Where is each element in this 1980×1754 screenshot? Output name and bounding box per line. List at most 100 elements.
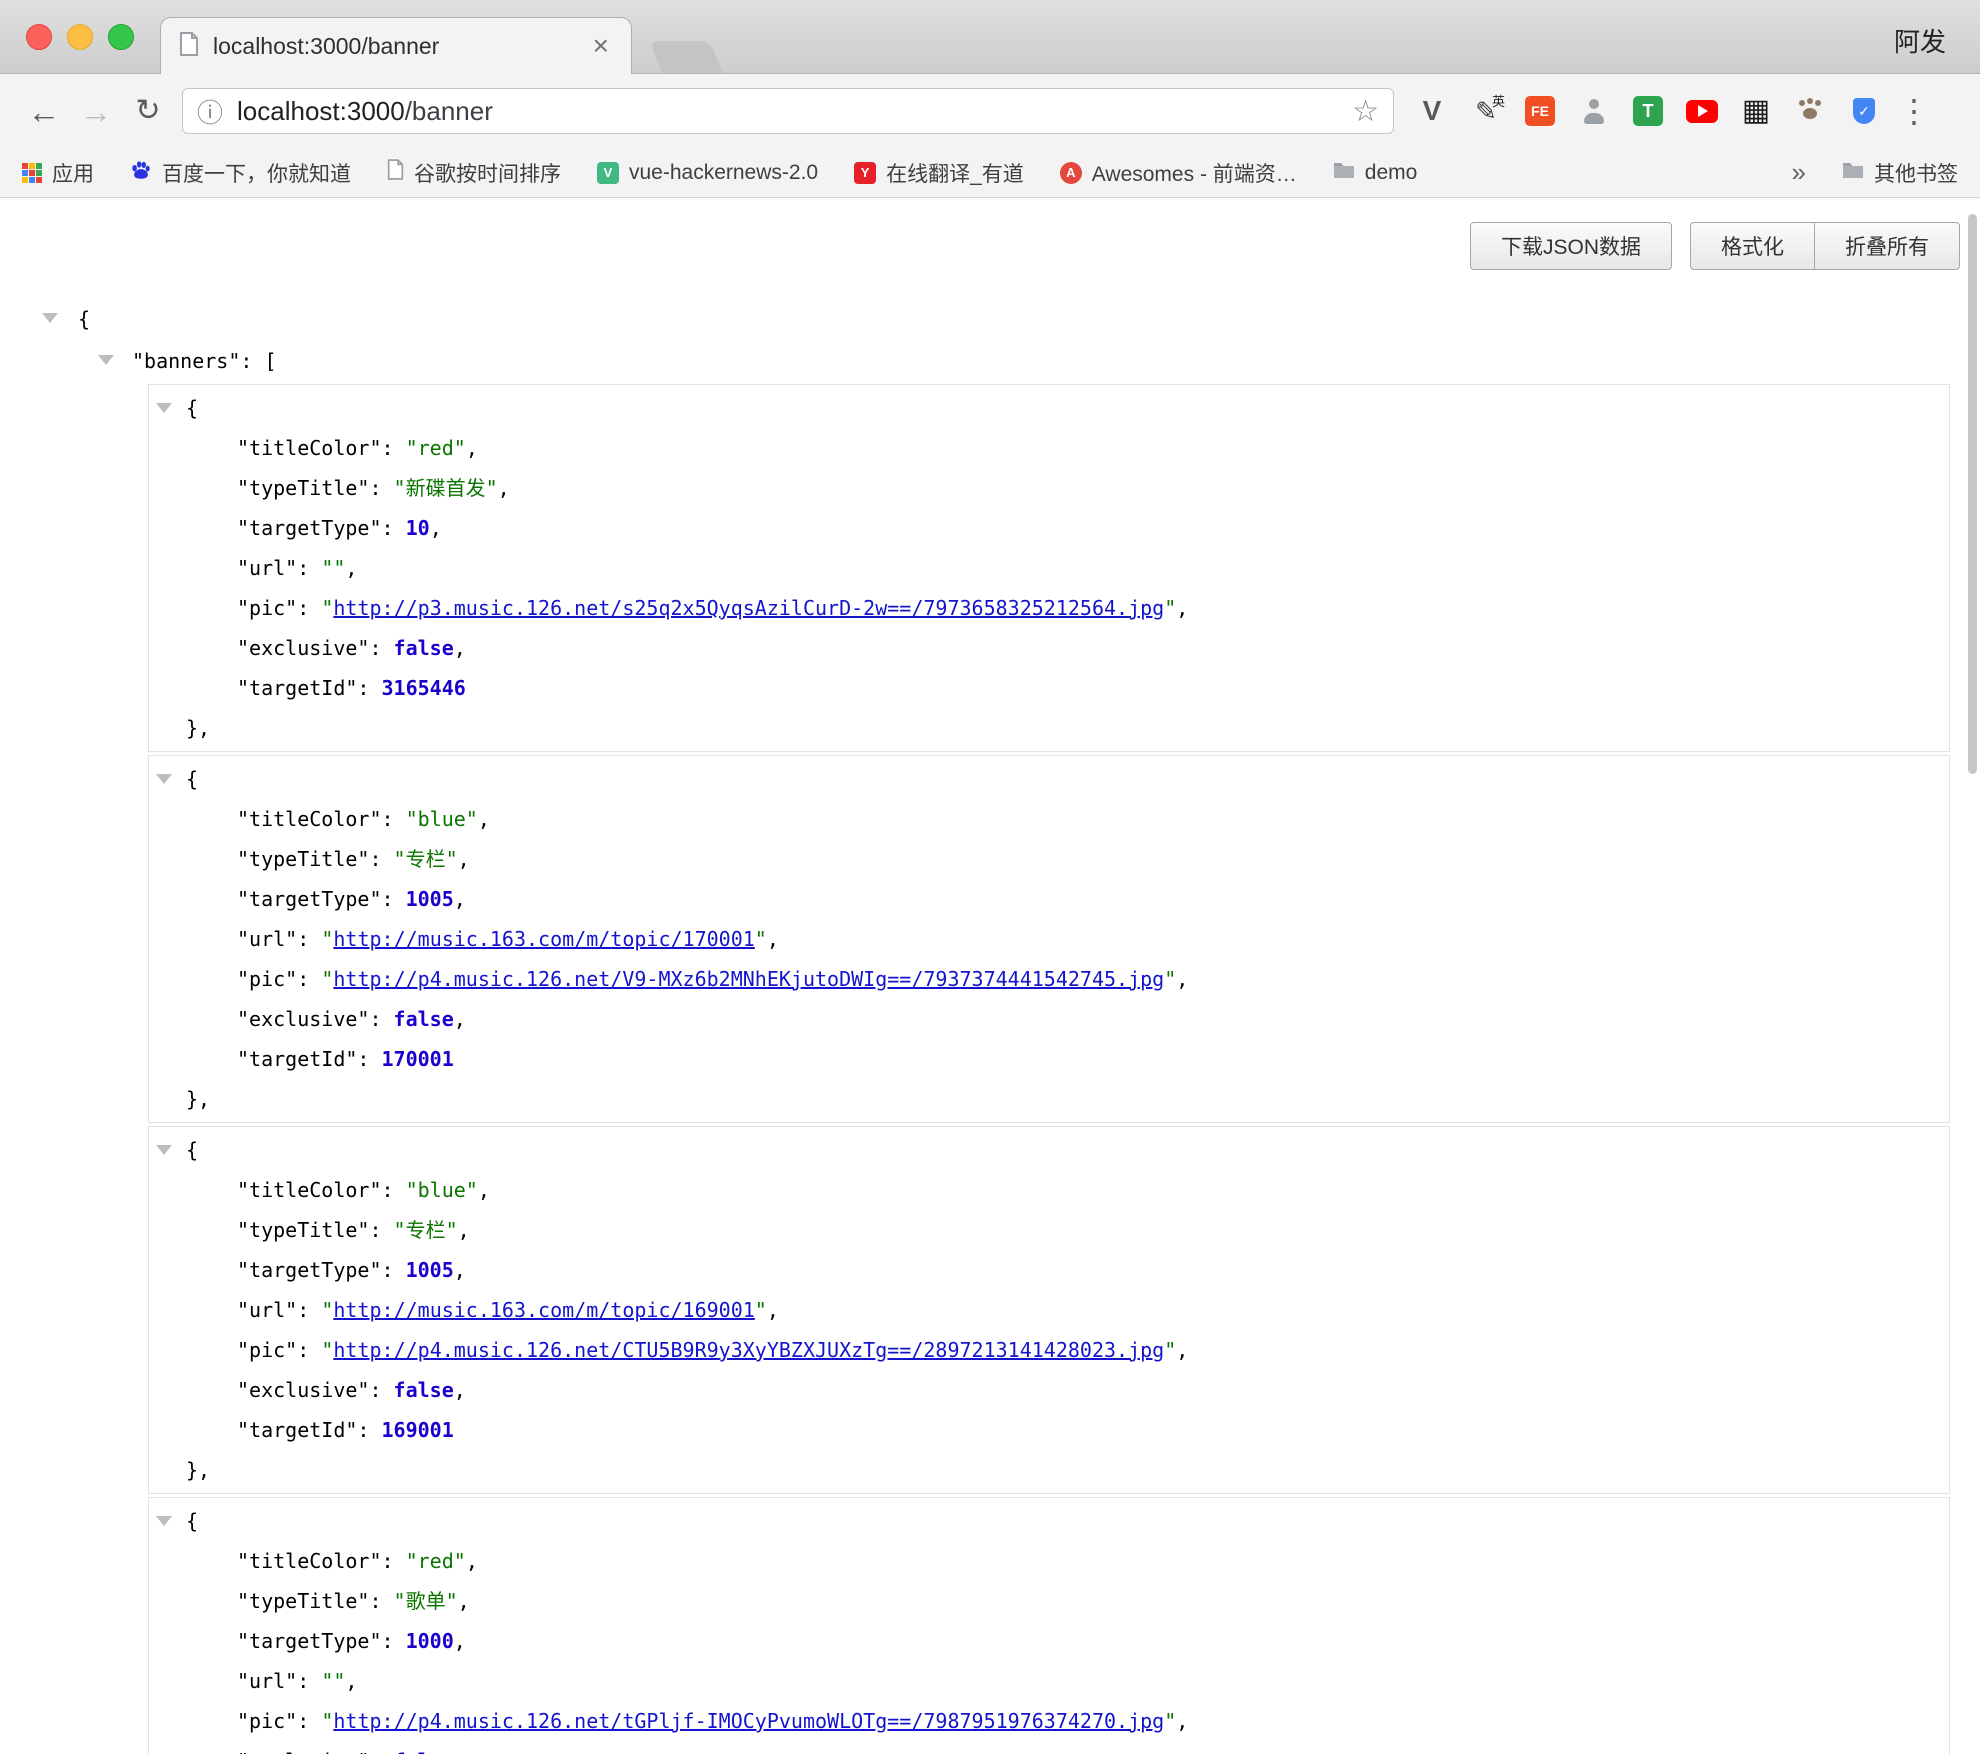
- paw-icon: [1797, 99, 1823, 123]
- vue-devtools-extension-icon[interactable]: V: [1414, 93, 1450, 129]
- json-string-value: "blue": [406, 1178, 478, 1202]
- json-link[interactable]: http://p4.music.126.net/V9-MXz6b2MNhEKju…: [333, 967, 1164, 991]
- page-favicon-icon: [179, 32, 199, 61]
- green-t-extension-icon[interactable]: T: [1630, 93, 1666, 129]
- json-link[interactable]: http://music.163.com/m/topic/169001: [333, 1298, 754, 1322]
- bookmarks-overflow-chevron[interactable]: »: [1792, 157, 1806, 188]
- json-punct: ": [1164, 596, 1176, 620]
- json-punct: ": [1164, 1338, 1176, 1362]
- paw-extension-icon[interactable]: [1792, 93, 1828, 129]
- json-string-value: "专栏": [394, 1218, 458, 1242]
- json-key: "url": [237, 1298, 297, 1322]
- json-punct: ,: [430, 516, 442, 540]
- json-punct: ,: [454, 1007, 466, 1031]
- json-key: "targetType": [237, 516, 382, 540]
- collapse-triangle-icon[interactable]: [156, 403, 172, 413]
- zoom-window-button[interactable]: [108, 24, 134, 50]
- format-button[interactable]: 格式化: [1690, 222, 1815, 270]
- json-link[interactable]: http://p4.music.126.net/CTU5B9R9y3XyYBZX…: [333, 1338, 1164, 1362]
- fe-extension-icon[interactable]: FE: [1522, 93, 1558, 129]
- close-window-button[interactable]: [26, 24, 52, 50]
- collapse-triangle-icon[interactable]: [156, 774, 172, 784]
- collapse-triangle-icon[interactable]: [156, 1516, 172, 1526]
- json-line: "typeTitle": "歌单",: [149, 1581, 1949, 1621]
- reload-button[interactable]: ↻: [122, 96, 174, 126]
- json-punct: :: [297, 967, 321, 991]
- collapse-triangle-icon[interactable]: [42, 313, 58, 323]
- bookmark-vue-hackernews[interactable]: V vue-hackernews-2.0: [597, 161, 818, 185]
- json-punct: :: [297, 1298, 321, 1322]
- bookmark-baidu[interactable]: 百度一下，你就知道: [130, 158, 351, 188]
- json-punct: {: [186, 396, 198, 420]
- bookmark-star-icon[interactable]: ☆: [1352, 94, 1379, 129]
- json-line: },: [149, 708, 1949, 748]
- download-json-button[interactable]: 下载JSON数据: [1470, 222, 1672, 270]
- json-punct: :: [382, 887, 406, 911]
- json-line: "targetId": 170001: [149, 1039, 1949, 1079]
- json-line: {: [149, 1130, 1949, 1170]
- json-punct: ,: [767, 1298, 779, 1322]
- json-punct: :: [297, 1338, 321, 1362]
- shield-extension-icon[interactable]: ✓: [1846, 93, 1882, 129]
- bookmarks-bar: 应用 百度一下，你就知道 谷歌按时间排序 V vue-hackernews-2.…: [0, 148, 1980, 198]
- bookmark-apps[interactable]: 应用: [22, 158, 94, 188]
- json-punct: ": [1164, 1709, 1176, 1733]
- json-punct: :: [382, 1178, 406, 1202]
- json-punct: ": [321, 1709, 333, 1733]
- url-host: localhost:3000: [237, 96, 405, 126]
- translate-badge: 英: [1492, 91, 1505, 110]
- json-punct: : [: [240, 349, 276, 373]
- people-extension-icon[interactable]: [1576, 93, 1612, 129]
- qr-code-extension-icon[interactable]: ▦: [1738, 93, 1774, 129]
- address-bar[interactable]: ⓘ localhost:3000/banner ☆: [182, 88, 1394, 134]
- browser-tab[interactable]: localhost:3000/banner ×: [160, 17, 632, 74]
- json-punct: :: [369, 1589, 393, 1613]
- bookmark-google-sort[interactable]: 谷歌按时间排序: [387, 158, 561, 188]
- collapse-all-button[interactable]: 折叠所有: [1815, 222, 1960, 270]
- collapse-triangle-icon[interactable]: [98, 355, 114, 365]
- tab-close-icon[interactable]: ×: [589, 32, 613, 60]
- bookmark-label: 在线翻译_有道: [886, 158, 1024, 188]
- json-punct: ,: [454, 1749, 466, 1754]
- back-button[interactable]: ←: [18, 95, 70, 128]
- json-key: "targetType": [237, 1258, 382, 1282]
- page-info-icon[interactable]: ⓘ: [197, 93, 223, 130]
- json-key: "url": [237, 1669, 297, 1693]
- json-line: "typeTitle": "专栏",: [149, 1210, 1949, 1250]
- json-punct: :: [369, 1218, 393, 1242]
- bookmark-awesomes[interactable]: A Awesomes - 前端资…: [1060, 158, 1297, 188]
- youtube-extension-icon[interactable]: [1684, 93, 1720, 129]
- browser-menu-icon[interactable]: ⋮: [1898, 95, 1930, 127]
- json-punct: ,: [1176, 1338, 1188, 1362]
- new-tab-button[interactable]: [650, 41, 723, 73]
- json-punct: ,: [454, 636, 466, 660]
- json-key: "targetId": [237, 676, 357, 700]
- other-bookmarks[interactable]: 其他书签: [1842, 158, 1958, 188]
- json-punct: :: [297, 927, 321, 951]
- bookmark-youdao-translate[interactable]: Y 在线翻译_有道: [854, 158, 1024, 188]
- json-object-box: {"titleColor": "red","typeTitle": "歌单","…: [148, 1497, 1950, 1754]
- json-key: "targetType": [237, 887, 382, 911]
- youdao-icon: Y: [854, 162, 876, 184]
- shield-icon: ✓: [1853, 98, 1875, 124]
- json-punct: :: [297, 556, 321, 580]
- json-link[interactable]: http://music.163.com/m/topic/170001: [333, 927, 754, 951]
- json-link[interactable]: http://p3.music.126.net/s25q2x5QyqsAzilC…: [333, 596, 1164, 620]
- json-punct: {: [186, 1138, 198, 1162]
- collapse-triangle-icon[interactable]: [156, 1145, 172, 1155]
- minimize-window-button[interactable]: [67, 24, 93, 50]
- json-punct: :: [369, 476, 393, 500]
- translate-pen-extension-icon[interactable]: ✎英: [1468, 93, 1504, 129]
- json-punct: ,: [454, 1629, 466, 1653]
- bookmark-label: 百度一下，你就知道: [162, 158, 351, 188]
- bookmark-folder-demo[interactable]: demo: [1333, 161, 1418, 185]
- page-scrollbar[interactable]: [1968, 214, 1977, 774]
- json-punct: ,: [478, 1178, 490, 1202]
- json-array-items: {"titleColor": "red","typeTitle": "新碟首发"…: [148, 384, 1950, 1754]
- forward-button[interactable]: →: [70, 95, 122, 128]
- json-punct: :: [382, 1629, 406, 1653]
- json-link[interactable]: http://p4.music.126.net/tGPljf-IMOCyPvum…: [333, 1709, 1164, 1733]
- json-key: "titleColor": [237, 807, 382, 831]
- json-line: "pic": "http://p4.music.126.net/CTU5B9R9…: [149, 1330, 1949, 1370]
- json-number-value: 1005: [406, 1258, 454, 1282]
